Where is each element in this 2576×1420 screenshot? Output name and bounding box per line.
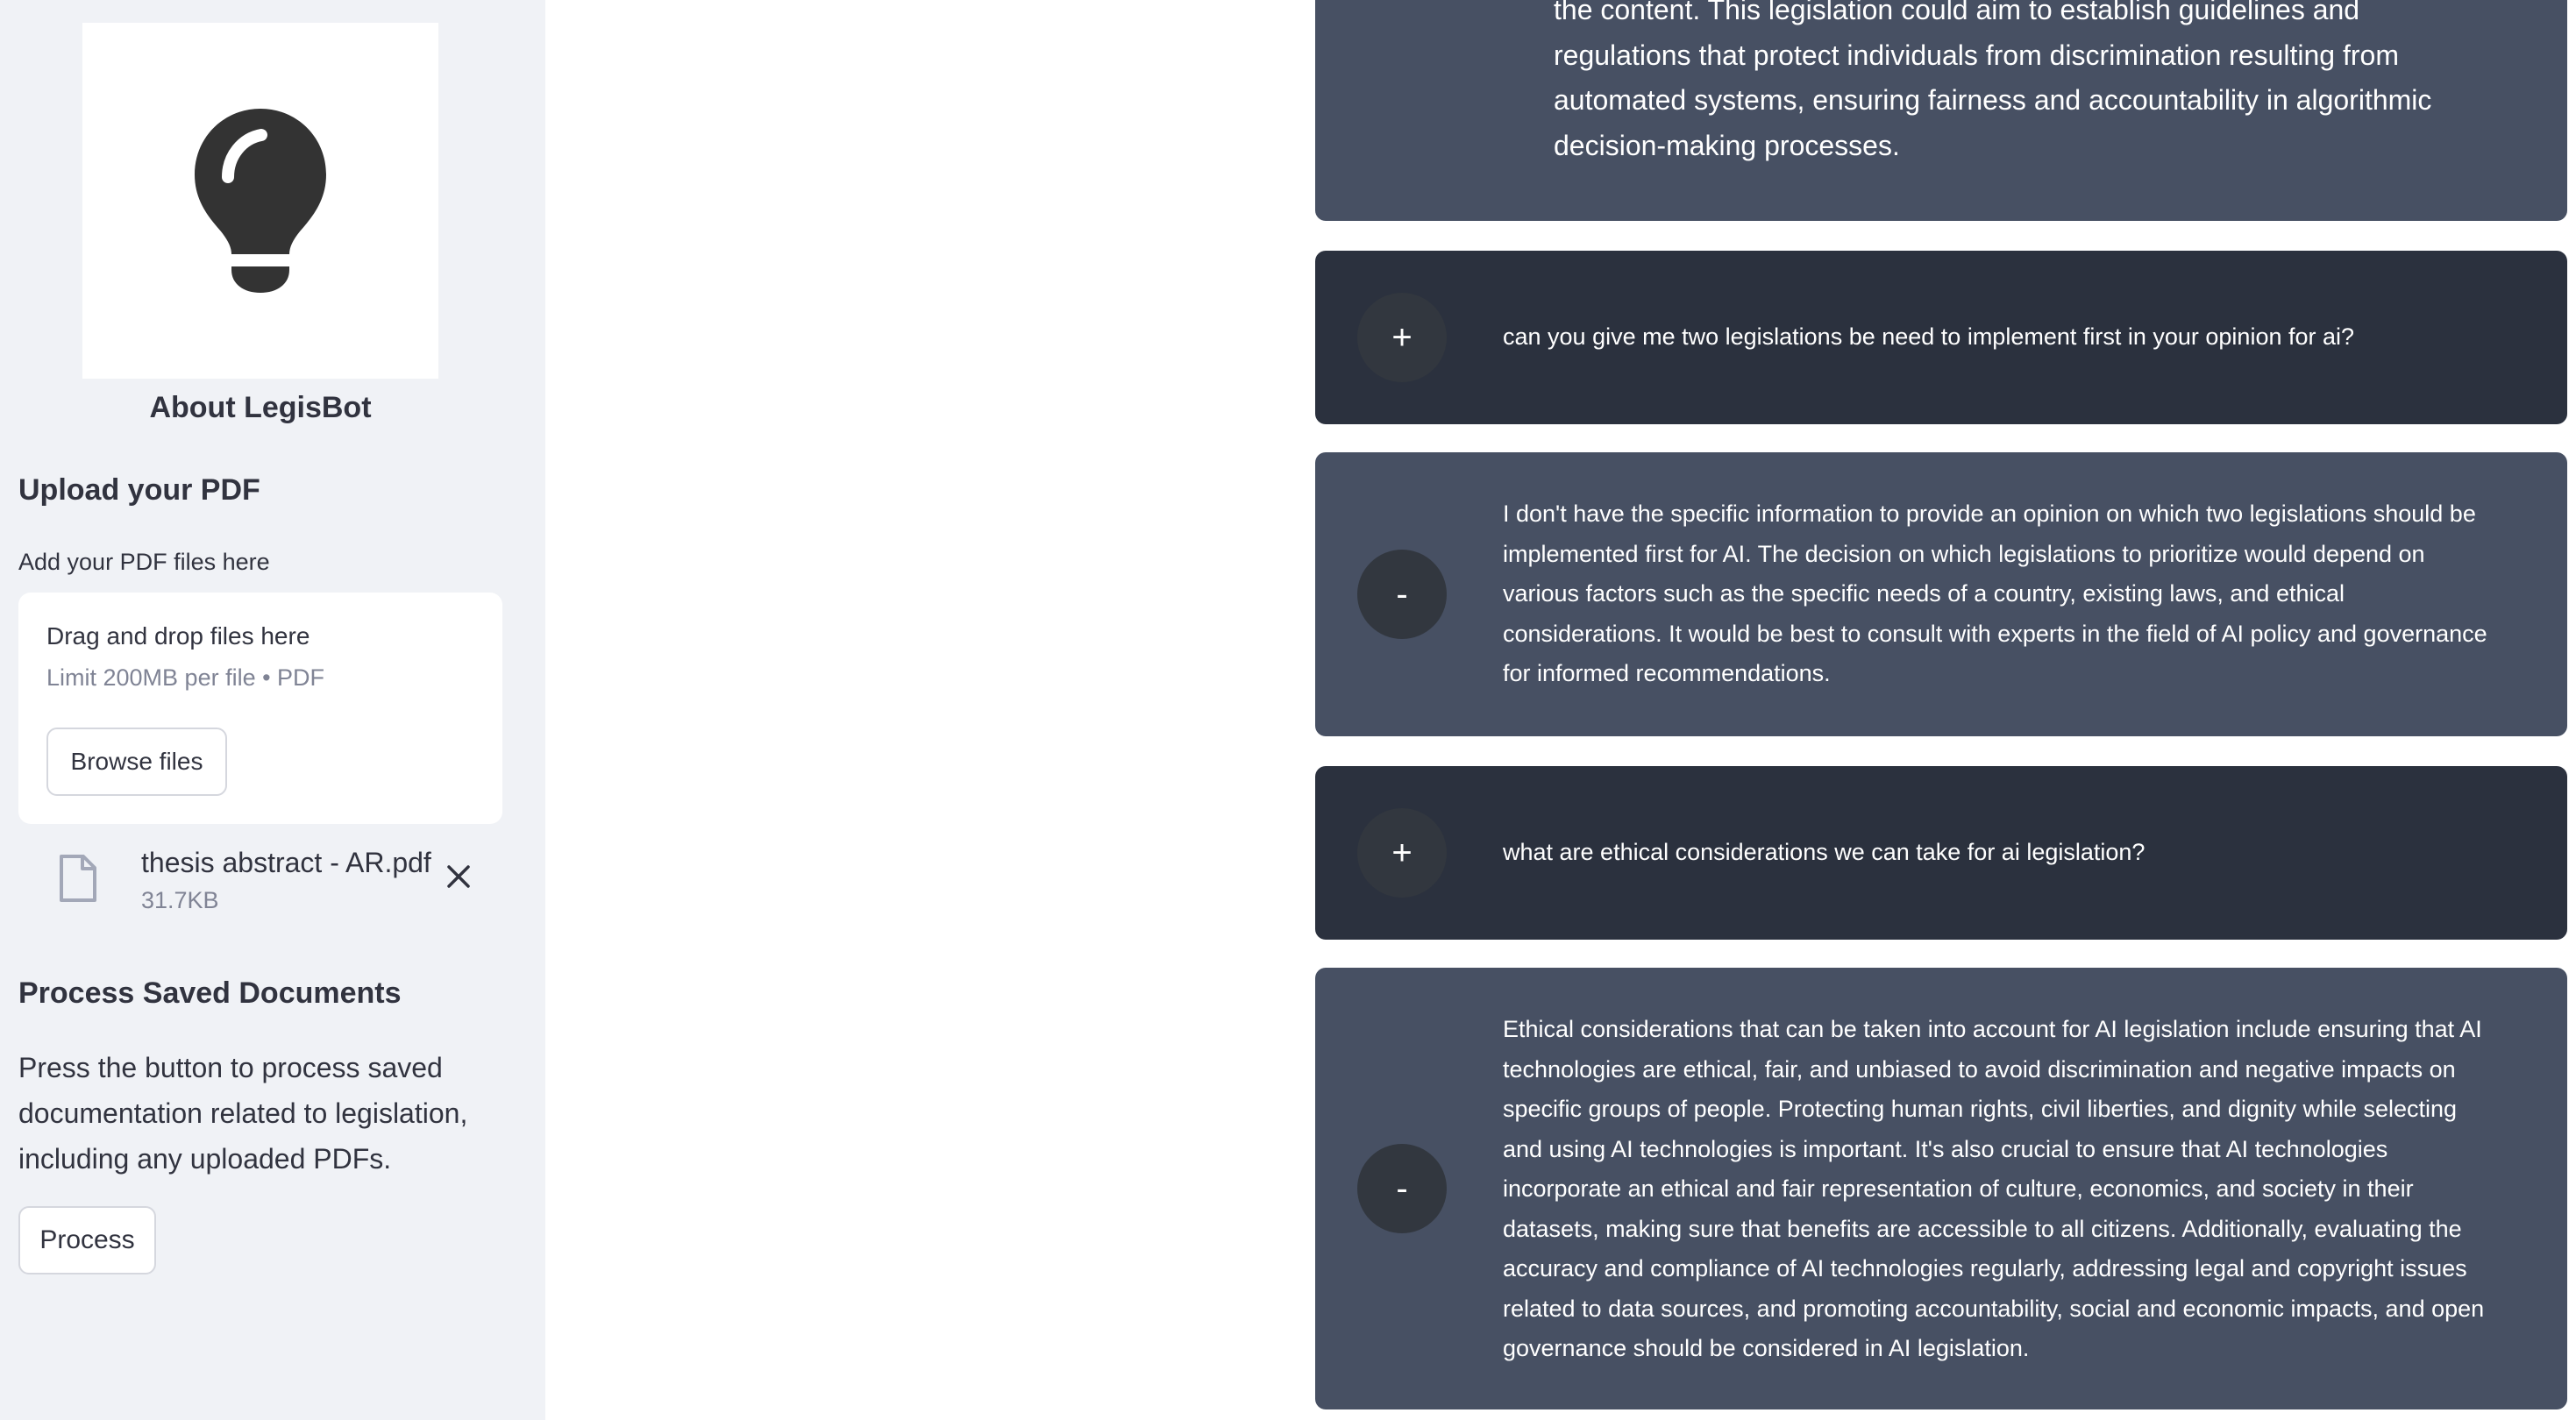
upload-label: Add your PDF files here: [18, 549, 270, 575]
app-root: About LegisBot Upload your PDF Add your …: [0, 0, 2576, 1420]
about-title: About LegisBot: [149, 391, 372, 424]
user-avatar: +: [1357, 293, 1447, 382]
chat-message-bot: - I don't have the specific information …: [1315, 452, 2567, 736]
file-dropzone[interactable]: Drag and drop files here Limit 200MB per…: [18, 593, 502, 824]
message-text: can you give me two legislations be need…: [1503, 323, 2355, 350]
dropzone-title: Drag and drop files here: [46, 622, 310, 650]
chat-message-user: + what are ethical considerations we can…: [1315, 766, 2567, 940]
process-description: Press the button to process saved docume…: [18, 1052, 468, 1175]
message-text: I don't have the specific information to…: [1503, 501, 2487, 686]
uploaded-file-item: thesis abstract - AR.pdf 31.7KB: [18, 841, 502, 929]
chat-message-user: + can you give me two legislations be ne…: [1315, 251, 2567, 424]
bot-avatar: -: [1357, 1144, 1447, 1233]
uploaded-file-size: 31.7KB: [141, 887, 219, 913]
user-avatar: +: [1357, 808, 1447, 898]
upload-heading: Upload your PDF: [18, 473, 260, 507]
chat-message-bot: - Ethical considerations that can be tak…: [1315, 968, 2567, 1409]
message-text: Ethical considerations that can be taken…: [1503, 1016, 2485, 1361]
remove-file-icon[interactable]: [441, 859, 476, 894]
sidebar: About LegisBot Upload your PDF Add your …: [0, 0, 545, 1420]
bot-avatar: -: [1357, 550, 1447, 639]
message-text: what are ethical considerations we can t…: [1503, 839, 2145, 865]
browse-files-button[interactable]: Browse files: [46, 728, 227, 796]
process-heading: Process Saved Documents: [18, 976, 402, 1010]
message-text: the content. This legislation could aim …: [1554, 0, 2432, 161]
process-button[interactable]: Process: [18, 1206, 156, 1274]
file-icon: [60, 855, 96, 902]
uploaded-file-name: thesis abstract - AR.pdf: [141, 847, 431, 878]
chat-message-bot: the content. This legislation could aim …: [1315, 0, 2567, 221]
dropzone-limit: Limit 200MB per file • PDF: [46, 664, 325, 691]
lightbulb-icon: [195, 109, 326, 293]
logo-box: [82, 23, 438, 379]
